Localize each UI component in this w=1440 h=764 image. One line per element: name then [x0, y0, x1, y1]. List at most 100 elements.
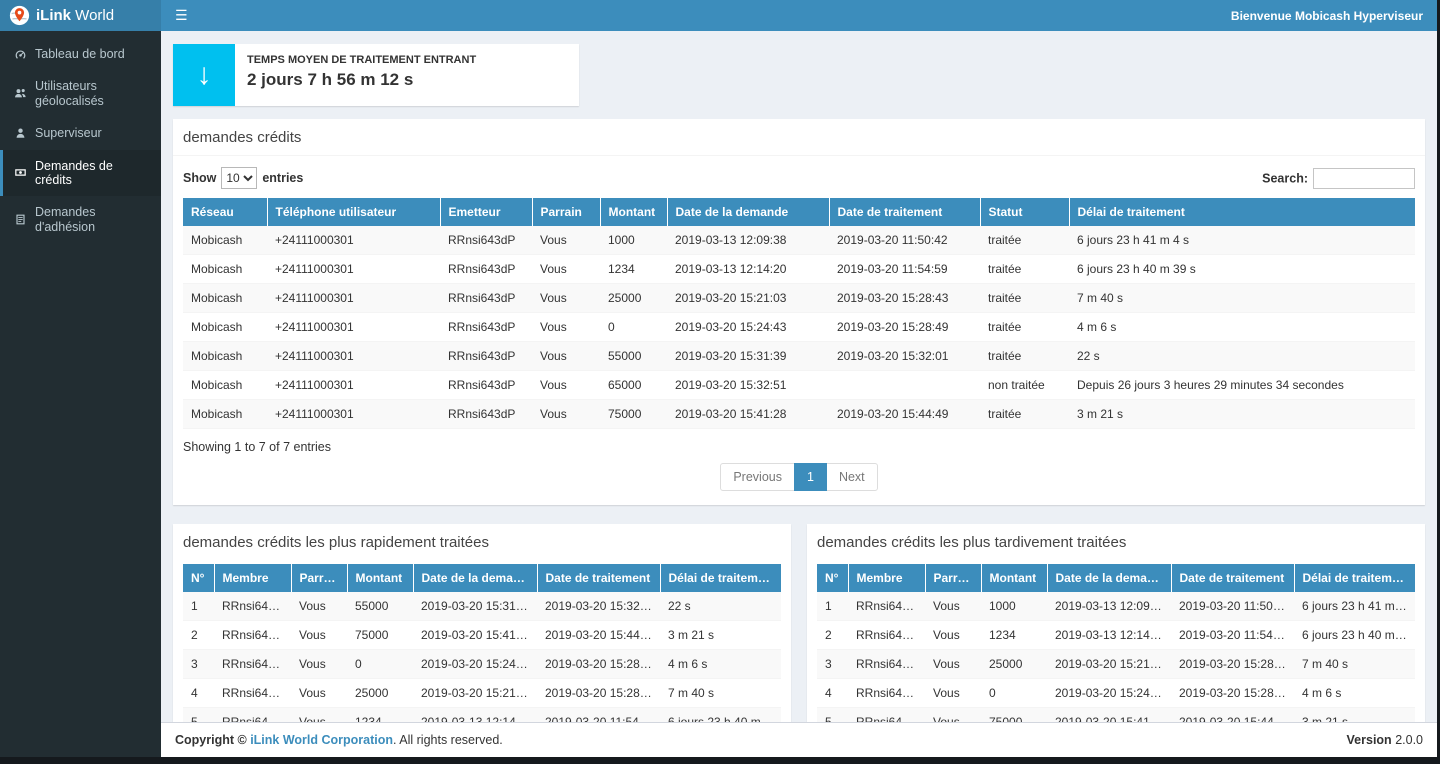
table-cell: 1 [183, 592, 214, 621]
table-row: Mobicash+24111000301RRnsi643dPVous250002… [183, 284, 1415, 313]
table-cell: Vous [532, 371, 600, 400]
column-header[interactable]: Parrain [532, 198, 600, 226]
app-logo[interactable]: iLink World [0, 0, 161, 31]
company-link[interactable]: iLink World Corporation [250, 733, 393, 747]
down-arrow-icon: ↓ [173, 44, 235, 106]
fastest-processed-table: N°MembreParrainMontantDate de la demande… [183, 564, 781, 722]
column-header[interactable]: Date de traitement [829, 198, 980, 226]
column-header[interactable]: Téléphone utilisateur [267, 198, 440, 226]
table-row: 5RRnsi643dPVous12342019-03-13 12:14:2020… [183, 708, 781, 722]
footer: Copyright © iLink World Corporation. All… [161, 722, 1437, 757]
table-cell: 5 [183, 708, 214, 722]
table-cell: 0 [981, 679, 1047, 708]
table-cell: traitée [980, 313, 1069, 342]
app-title-bold: iLink [36, 7, 71, 24]
table-cell: 3 m 21 s [660, 621, 781, 650]
entries-summary: Showing 1 to 7 of 7 entries [183, 440, 1415, 454]
column-header[interactable]: Délai de traitement [1069, 198, 1415, 226]
table-cell: 4 m 6 s [1294, 679, 1415, 708]
table-cell: Vous [925, 592, 981, 621]
table-cell: 4 m 6 s [1069, 313, 1415, 342]
column-header: N° [817, 564, 848, 592]
sidebar-item-supervisor[interactable]: Superviseur [0, 117, 161, 149]
table-cell: RRnsi643dP [440, 400, 532, 429]
sidebar-item-credit-requests[interactable]: Demandes de crédits [0, 150, 161, 197]
sidebar-toggle-button[interactable]: ☰ [161, 0, 202, 31]
page-length-select[interactable]: 10 [221, 167, 257, 189]
table-row: 5RRnsi643dPVous750002019-03-20 15:41:282… [817, 708, 1415, 722]
sidebar-item-dashboard[interactable]: Tableau de bord [0, 38, 161, 70]
column-header[interactable]: Réseau [183, 198, 267, 226]
table-cell: +24111000301 [267, 371, 440, 400]
table-row: Mobicash+24111000301RRnsi643dPVous750002… [183, 400, 1415, 429]
table-cell: 2019-03-13 12:09:38 [1047, 592, 1171, 621]
table-cell: traitée [980, 284, 1069, 313]
table-cell: 2019-03-20 15:24:43 [667, 313, 829, 342]
column-header[interactable]: Date de la demande [667, 198, 829, 226]
version-label: Version [1347, 733, 1392, 747]
search-label: Search: [1262, 171, 1308, 185]
table-cell: traitée [980, 400, 1069, 429]
column-header: Délai de traitement [1294, 564, 1415, 592]
table-cell: traitée [980, 255, 1069, 284]
table-cell: 7 m 40 s [1294, 650, 1415, 679]
slowest-processed-table: N°MembreParrainMontantDate de la demande… [817, 564, 1415, 722]
table-body: 1RRnsi643dPVous550002019-03-20 15:31:392… [183, 592, 781, 722]
search-input[interactable] [1313, 168, 1415, 189]
table-cell: 75000 [600, 400, 667, 429]
table-cell: RRnsi643dP [848, 679, 925, 708]
table-header-row: RéseauTéléphone utilisateurEmetteurParra… [183, 198, 1415, 226]
column-header: Date de traitement [1171, 564, 1294, 592]
table-cell: 2019-03-20 15:32:01 [829, 342, 980, 371]
sidebar-item-membership-requests[interactable]: Demandes d'adhésion [0, 196, 161, 243]
column-header: Membre [848, 564, 925, 592]
table-cell: +24111000301 [267, 400, 440, 429]
pagination-page-1-button[interactable]: 1 [794, 463, 827, 491]
table-cell: Mobicash [183, 226, 267, 255]
table-cell: RRnsi643dP [440, 255, 532, 284]
sidebar-item-label: Superviseur [35, 126, 102, 140]
table-cell: 1234 [600, 255, 667, 284]
table-cell: 2019-03-20 11:50:42 [1171, 592, 1294, 621]
table-cell: 1000 [600, 226, 667, 255]
table-cell: 25000 [981, 650, 1047, 679]
column-header[interactable]: Montant [600, 198, 667, 226]
table-cell: Vous [291, 592, 347, 621]
fastest-processed-panel: demandes crédits les plus rapidement tra… [173, 524, 791, 722]
topbar: ☰ Bienvenue Mobicash Hyperviseur [161, 0, 1437, 31]
table-cell: 0 [600, 313, 667, 342]
table-cell: 75000 [981, 708, 1047, 722]
sidebar-item-label: Demandes de crédits [35, 159, 153, 188]
table-cell: Mobicash [183, 342, 267, 371]
pagination-next-button[interactable]: Next [826, 463, 878, 491]
table-cell: 3 m 21 s [1069, 400, 1415, 429]
table-cell: Vous [532, 226, 600, 255]
table-header: N°MembreParrainMontantDate de la demande… [183, 564, 781, 592]
table-cell: 2019-03-20 15:28:43 [537, 679, 660, 708]
table-cell: Vous [532, 284, 600, 313]
table-row: Mobicash+24111000301RRnsi643dPVous100020… [183, 226, 1415, 255]
table-cell: 65000 [600, 371, 667, 400]
table-cell: traitée [980, 342, 1069, 371]
table-header-row: N°MembreParrainMontantDate de la demande… [183, 564, 781, 592]
table-cell: Vous [925, 621, 981, 650]
info-box-average-incoming-processing-time: ↓ TEMPS MOYEN DE TRAITEMENT ENTRANT 2 jo… [173, 44, 579, 106]
banknote-icon [14, 166, 27, 179]
table-cell: 0 [347, 650, 413, 679]
table-cell: 2019-03-20 15:24:43 [1047, 679, 1171, 708]
column-header[interactable]: Emetteur [440, 198, 532, 226]
table-cell: 3 [183, 650, 214, 679]
table-cell: RRnsi643dP [440, 371, 532, 400]
clipboard-icon [14, 213, 27, 226]
column-header: Parrain [925, 564, 981, 592]
sidebar-item-geolocated-users[interactable]: Utilisateurs géolocalisés [0, 70, 161, 117]
table-cell: 2019-03-20 15:21:03 [1047, 650, 1171, 679]
table-cell: 2019-03-20 15:21:03 [413, 679, 537, 708]
pagination-previous-button[interactable]: Previous [720, 463, 795, 491]
table-cell: 2019-03-13 12:14:20 [667, 255, 829, 284]
table-cell: 2019-03-20 15:41:28 [413, 621, 537, 650]
table-cell: 2019-03-20 15:41:28 [667, 400, 829, 429]
column-header[interactable]: Statut [980, 198, 1069, 226]
table-cell: 2019-03-20 15:32:01 [537, 592, 660, 621]
table-cell: 2019-03-20 15:28:49 [829, 313, 980, 342]
